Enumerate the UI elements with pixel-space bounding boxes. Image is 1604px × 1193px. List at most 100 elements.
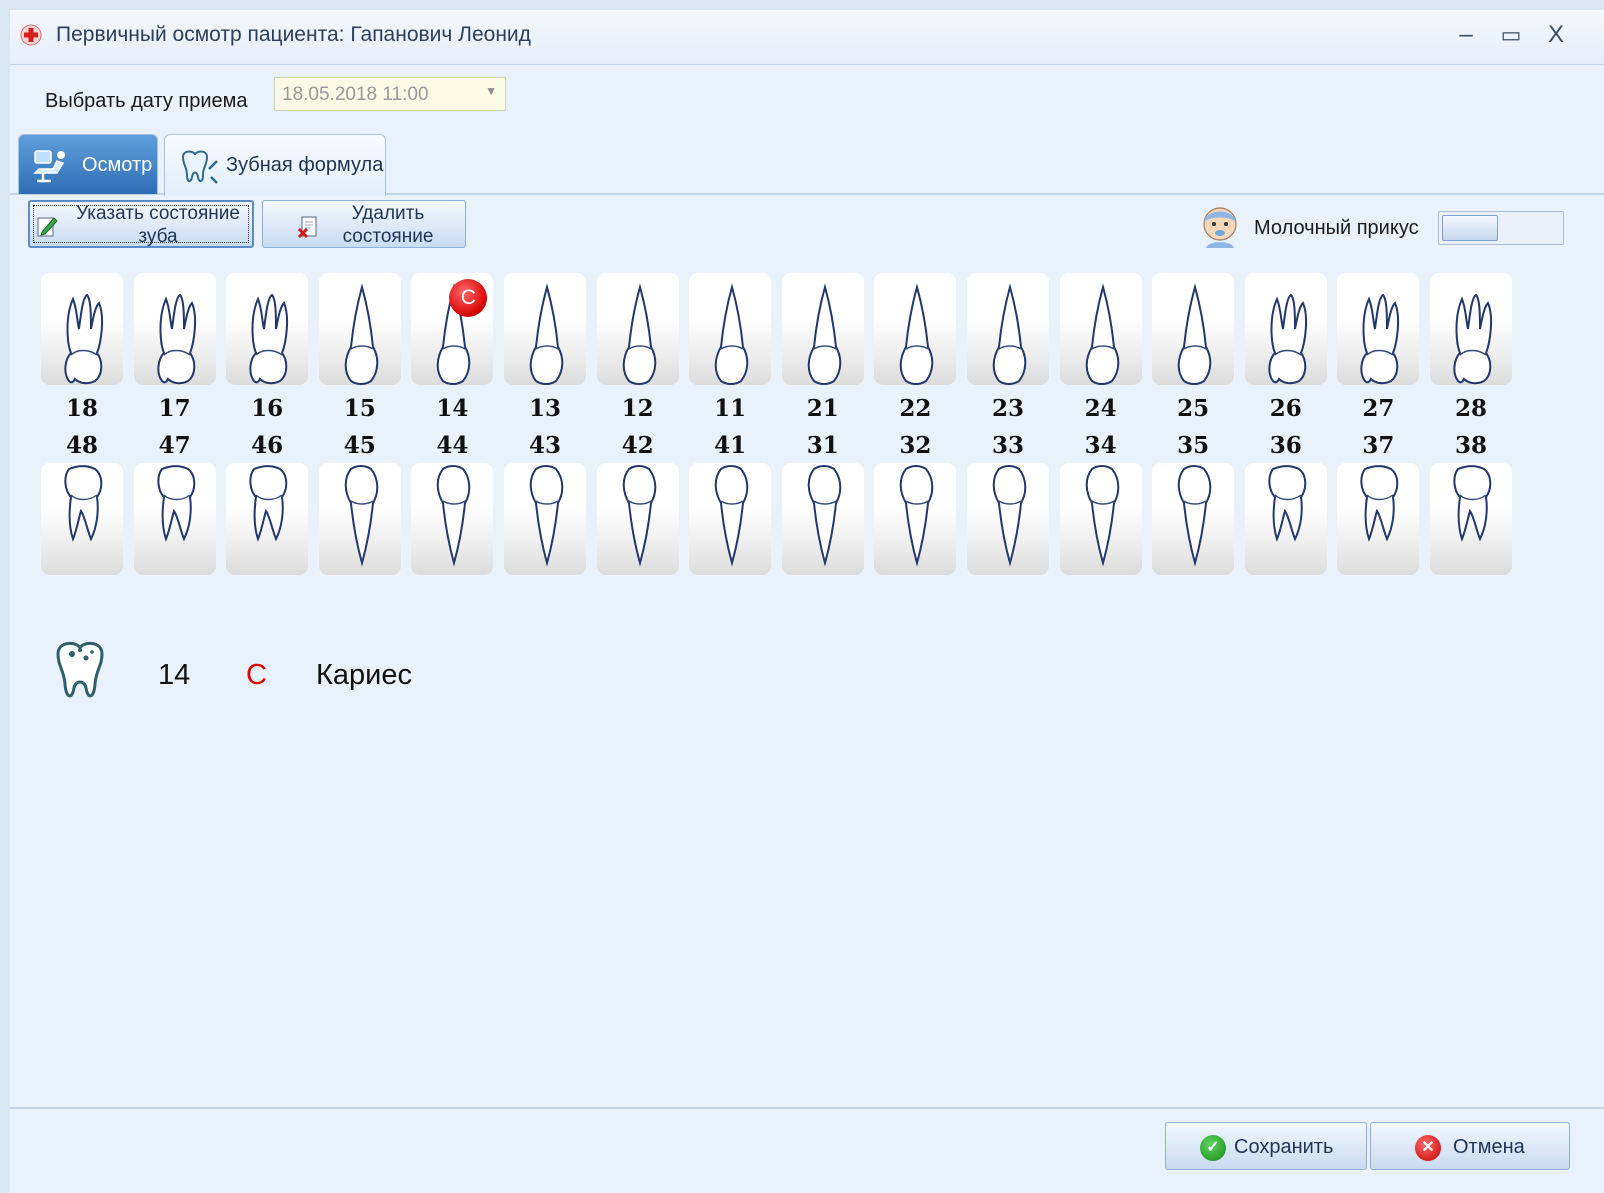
tooth-13[interactable] (503, 272, 587, 386)
tooth-16[interactable] (225, 272, 310, 386)
cancel-button[interactable]: ✕ Отмена (1370, 1122, 1570, 1170)
tooth-number: 24 (1084, 395, 1117, 422)
check-icon: ✓ (1200, 1135, 1226, 1161)
title-bar: Первичный осмотр пациента: Гапанович Лео… (10, 10, 1604, 65)
tooth-44[interactable] (410, 462, 495, 576)
tooth-25[interactable] (1151, 272, 1236, 386)
tooth-number: 41 (714, 432, 747, 459)
tooth-number: 44 (436, 432, 469, 459)
tooth-37[interactable] (1336, 462, 1421, 576)
tooth-43[interactable] (503, 462, 587, 576)
toggle-knob[interactable] (1442, 215, 1498, 241)
date-label: Выбрать дату приема (45, 90, 248, 112)
tooth-number: 25 (1177, 395, 1210, 422)
tooth-28[interactable] (1429, 272, 1513, 386)
set-tooth-state-button[interactable]: Указать состояние зуба (28, 200, 254, 248)
delete-document-icon (297, 216, 317, 239)
tooth-number: 13 (528, 395, 561, 422)
tooth-31[interactable] (780, 462, 865, 576)
tooth-34[interactable] (1058, 462, 1143, 576)
tooth-number: 16 (251, 395, 284, 422)
tooth-14[interactable]: C (410, 272, 495, 386)
tab-dental-formula-label: Зубная формула (226, 154, 384, 176)
tooth-number: 35 (1177, 432, 1210, 459)
tooth-number: 36 (1269, 432, 1302, 459)
tooth-number: 21 (806, 395, 839, 422)
tooth-number: 15 (343, 395, 376, 422)
tooth-46[interactable] (225, 462, 310, 576)
tooth-number: 18 (65, 395, 98, 422)
save-label: Сохранить (1234, 1136, 1334, 1158)
tooth-number: 46 (251, 432, 284, 459)
tooth-number: 28 (1454, 395, 1487, 422)
tooth-number: 22 (899, 395, 932, 422)
delete-state-label: Удалить состояние (342, 203, 434, 247)
tooth-number: 43 (528, 432, 561, 459)
tooth-number: 27 (1362, 395, 1395, 422)
legend-condition-description: Кариес (316, 659, 412, 691)
tooth-number: 12 (621, 395, 654, 422)
tooth-21[interactable] (780, 272, 865, 386)
tooth-45[interactable] (317, 462, 402, 576)
exam-window: Первичный осмотр пациента: Гапанович Лео… (0, 0, 1604, 1193)
tooth-number: 31 (806, 432, 839, 459)
close-button[interactable]: X (1539, 18, 1573, 52)
tooth-26[interactable] (1243, 272, 1328, 386)
save-button[interactable]: ✓ Сохранить (1165, 1122, 1367, 1170)
baby-teeth-label: Молочный прикус (1254, 217, 1419, 239)
edit-icon (37, 217, 58, 237)
tooth-number: 45 (343, 432, 376, 459)
tooth-number: 23 (991, 395, 1024, 422)
set-tooth-state-label: Указать состояние зуба (76, 203, 240, 247)
tooth-32[interactable] (873, 462, 958, 576)
tooth-12[interactable] (595, 272, 680, 386)
tooth-23[interactable] (966, 272, 1050, 386)
cancel-icon: ✕ (1415, 1135, 1441, 1161)
decayed-tooth-icon (56, 642, 104, 698)
tooth-27[interactable] (1336, 272, 1421, 386)
tooth-38[interactable] (1429, 462, 1513, 576)
tab-examination-label: Осмотр (82, 154, 153, 176)
tooth-24[interactable] (1058, 272, 1143, 386)
tooth-number: 37 (1362, 432, 1395, 459)
legend-condition-code: C (246, 659, 267, 691)
delete-state-button[interactable]: Удалить состояние (262, 200, 466, 248)
tooth-number: 32 (899, 432, 932, 459)
tooth-number: 14 (436, 395, 469, 422)
chevron-down-icon[interactable]: ▼ (485, 84, 497, 98)
tooth-42[interactable] (595, 462, 680, 576)
tooth-48[interactable] (40, 462, 124, 576)
tooth-33[interactable] (966, 462, 1050, 576)
tooth-tools-icon (181, 150, 218, 184)
maximize-button[interactable]: ▭ (1494, 18, 1528, 52)
tooth-18[interactable] (40, 272, 124, 386)
tab-dental-formula[interactable]: Зубная формула (164, 134, 386, 196)
tooth-22[interactable] (873, 272, 958, 386)
tooth-15[interactable] (317, 272, 402, 386)
tooth-number: 38 (1454, 432, 1487, 459)
tooth-47[interactable] (132, 462, 217, 576)
minimize-button[interactable]: – (1449, 18, 1483, 52)
tooth-41[interactable] (688, 462, 773, 576)
legend-tooth-number: 14 (158, 659, 191, 691)
date-value: 18.05.2018 11:00 (282, 84, 429, 105)
window-title: Первичный осмотр пациента: Гапанович Лео… (56, 23, 531, 46)
tooth-number: 34 (1084, 432, 1117, 459)
medical-cross-icon (20, 24, 42, 46)
tooth-number: 26 (1269, 395, 1302, 422)
tooth-35[interactable] (1151, 462, 1236, 576)
tab-examination[interactable]: Осмотр (18, 134, 158, 194)
dental-chair-icon (33, 150, 65, 183)
date-select[interactable]: 18.05.2018 11:00 ▼ (274, 77, 506, 111)
tooth-number: 48 (65, 432, 98, 459)
baby-teeth-toggle[interactable] (1438, 211, 1564, 245)
tooth-11[interactable] (688, 272, 773, 386)
baby-icon (1203, 207, 1237, 248)
tooth-number: 42 (621, 432, 654, 459)
tooth-number: 17 (158, 395, 191, 422)
tooth-number: 11 (714, 395, 747, 422)
tooth-17[interactable] (132, 272, 217, 386)
tooth-number: 47 (158, 432, 191, 459)
cancel-label: Отмена (1453, 1136, 1525, 1158)
tooth-36[interactable] (1243, 462, 1328, 576)
